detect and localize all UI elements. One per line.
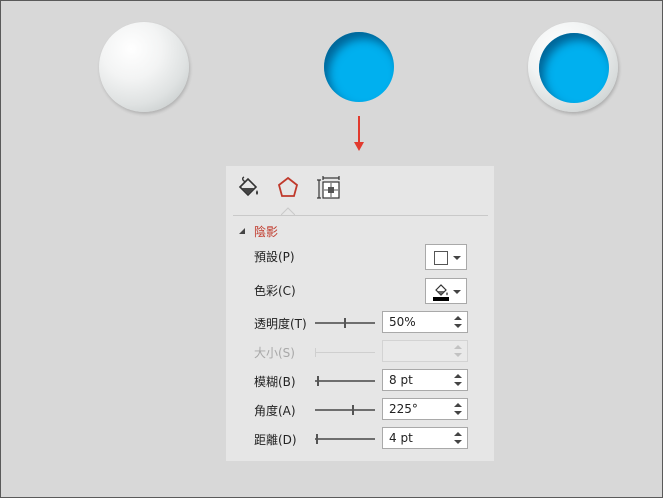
- angle-spinner[interactable]: 225°: [382, 398, 468, 420]
- transparency-spinner[interactable]: 50%: [382, 311, 468, 333]
- spin-down-icon[interactable]: [454, 440, 462, 444]
- distance-slider[interactable]: [315, 434, 375, 444]
- angle-row: 角度(A) 225°: [226, 398, 494, 422]
- chevron-down-icon: [453, 256, 461, 260]
- chevron-down-icon: [453, 290, 461, 294]
- active-tab-indicator: [281, 207, 295, 216]
- spin-down-icon[interactable]: [454, 382, 462, 386]
- section-title: 陰影: [254, 224, 279, 239]
- slider-thumb[interactable]: [316, 434, 318, 444]
- expand-triangle-icon: [239, 228, 245, 234]
- pentagon-effects-icon[interactable]: [274, 174, 302, 202]
- blur-spinner[interactable]: 8 pt: [382, 369, 468, 391]
- size-slider: [315, 348, 375, 357]
- distance-spinner[interactable]: 4 pt: [382, 427, 468, 449]
- spin-down-icon: [454, 353, 462, 357]
- angle-slider[interactable]: [315, 405, 375, 415]
- paint-bucket-icon: [433, 284, 449, 301]
- spinner-buttons[interactable]: [453, 372, 463, 388]
- color-row: 色彩(C): [226, 278, 494, 304]
- spinner-buttons: [453, 343, 463, 359]
- blur-row: 模糊(B) 8 pt: [226, 369, 494, 393]
- spin-up-icon[interactable]: [454, 374, 462, 378]
- slider-thumb[interactable]: [317, 376, 319, 386]
- color-label: 色彩(C): [254, 284, 296, 298]
- blue-inner-circle-shape[interactable]: [539, 33, 609, 103]
- slider-thumb[interactable]: [352, 405, 354, 415]
- distance-label: 距離(D): [254, 433, 297, 447]
- angle-label: 角度(A): [254, 404, 296, 418]
- blue-inset-circle-shape[interactable]: [324, 32, 394, 102]
- size-properties-icon[interactable]: [314, 174, 342, 202]
- tab-divider: [233, 215, 488, 216]
- white-sphere-shape[interactable]: [99, 22, 189, 112]
- spinner-buttons[interactable]: [453, 314, 463, 330]
- spinner-buttons[interactable]: [453, 430, 463, 446]
- distance-value[interactable]: 4 pt: [389, 431, 413, 445]
- transparency-value[interactable]: 50%: [389, 315, 416, 329]
- size-label: 大小(S): [254, 346, 295, 360]
- spin-up-icon[interactable]: [454, 403, 462, 407]
- spin-down-icon[interactable]: [454, 324, 462, 328]
- slider-thumb: [315, 348, 316, 357]
- size-row: 大小(S): [226, 340, 494, 364]
- fill-bucket-icon[interactable]: [234, 174, 262, 202]
- distance-row: 距離(D) 4 pt: [226, 427, 494, 451]
- blur-slider[interactable]: [315, 376, 375, 386]
- spin-up-icon: [454, 345, 462, 349]
- spin-up-icon[interactable]: [454, 432, 462, 436]
- shadow-section-header[interactable]: 陰影: [238, 222, 278, 240]
- slider-thumb[interactable]: [344, 318, 346, 328]
- format-shape-panel: 陰影 預設(P) 色彩(C) 透明度(T) 50% 大小(S) 模糊(B) 8 …: [226, 166, 494, 461]
- preset-row: 預設(P): [226, 244, 494, 270]
- blur-value[interactable]: 8 pt: [389, 373, 413, 387]
- spinner-buttons[interactable]: [453, 401, 463, 417]
- preset-dropdown[interactable]: [425, 244, 467, 270]
- blur-label: 模糊(B): [254, 375, 296, 389]
- transparency-label: 透明度(T): [254, 317, 307, 331]
- color-dropdown[interactable]: [425, 278, 467, 304]
- angle-value[interactable]: 225°: [389, 402, 418, 416]
- spin-down-icon[interactable]: [454, 411, 462, 415]
- transparency-slider[interactable]: [315, 318, 375, 328]
- down-arrow-icon: [354, 116, 364, 151]
- preset-label: 預設(P): [254, 250, 295, 264]
- transparency-row: 透明度(T) 50%: [226, 311, 494, 335]
- size-spinner: [382, 340, 468, 362]
- blank-shadow-preset-icon: [434, 251, 448, 265]
- spin-up-icon[interactable]: [454, 316, 462, 320]
